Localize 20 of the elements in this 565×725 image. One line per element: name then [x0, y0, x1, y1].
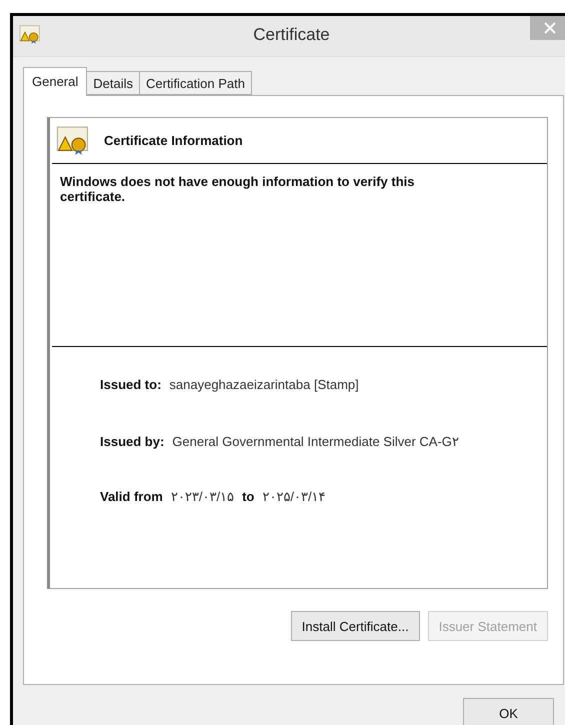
tab[interactable]: Certification Path [139, 71, 252, 95]
certificate-warning-icon [56, 126, 90, 155]
tab[interactable]: General [23, 67, 88, 96]
field-value: sanayeghazaeizarintaba [Stamp] [169, 376, 359, 392]
ok-button[interactable]: OK [463, 698, 554, 725]
field-value: ۲۰۲۳/۰۳/۱۵ [170, 488, 234, 504]
field-value: General Governmental Intermediate Silver CA-G۲ [172, 434, 459, 449]
close-button[interactable] [530, 16, 565, 40]
field-value: ۲۰۲۵/۰۳/۱۴ [262, 488, 326, 504]
certificate-icon [19, 25, 41, 44]
close-icon [544, 22, 556, 34]
field-label: Valid from [100, 488, 163, 504]
info-message: Windows does not have enough information to verify this certificate. [52, 164, 547, 347]
info-heading: Certificate Information [104, 132, 243, 148]
field-label: Issued to: [100, 376, 162, 392]
tab[interactable]: Details [86, 71, 140, 95]
panel-button[interactable]: Install Certificate... [290, 611, 420, 641]
window-title: Certificate [252, 25, 331, 45]
field-label: to [242, 488, 254, 504]
field-label: Issued by: [100, 434, 164, 449]
